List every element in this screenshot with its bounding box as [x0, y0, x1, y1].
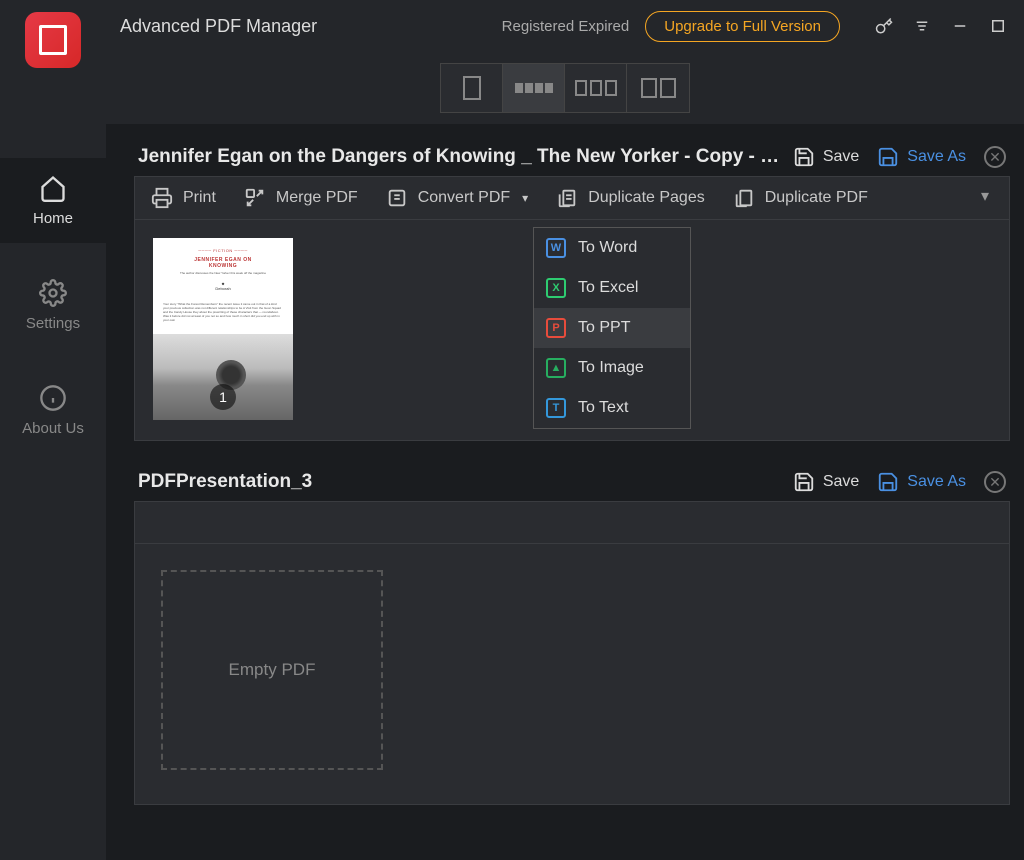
empty-pdf-placeholder[interactable]: Empty PDF	[161, 570, 383, 770]
convert-dropdown: W To Word X To Excel P To PPT ▲	[533, 227, 691, 429]
chevron-down-icon: ▾	[522, 191, 528, 205]
merge-icon	[244, 187, 266, 209]
text-icon: T	[546, 398, 566, 418]
convert-to-ppt[interactable]: P To PPT	[534, 308, 690, 348]
duplicate-pdf-button[interactable]: Duplicate PDF	[733, 187, 868, 209]
document-title: Jennifer Egan on the Dangers of Knowing …	[138, 146, 793, 168]
convert-to-text[interactable]: T To Text	[534, 388, 690, 428]
document-toolbar-empty	[135, 502, 1009, 544]
close-document-button[interactable]: ✕	[984, 146, 1006, 168]
document-section: Jennifer Egan on the Dangers of Knowing …	[134, 138, 1010, 441]
nav-about-label: About Us	[22, 420, 84, 437]
viewmode-two-up[interactable]	[627, 64, 689, 112]
save-button[interactable]: Save	[793, 146, 859, 168]
document-section: PDFPresentation_3 Save Save As ✕	[134, 463, 1010, 805]
save-as-button[interactable]: Save As	[877, 146, 966, 168]
app-logo	[25, 12, 81, 68]
upgrade-button[interactable]: Upgrade to Full Version	[645, 11, 840, 42]
minimize-button[interactable]	[948, 14, 972, 38]
titlebar: Advanced PDF Manager Registered Expired …	[106, 0, 1024, 52]
nav-home[interactable]: Home	[0, 158, 106, 243]
close-document-button[interactable]: ✕	[984, 471, 1006, 493]
document-body: Print Merge PDF Convert PDF ▾ Duplicate …	[134, 176, 1010, 441]
convert-icon	[386, 187, 408, 209]
main-panel: Advanced PDF Manager Registered Expired …	[106, 0, 1024, 860]
page-area: Empty PDF	[135, 544, 1009, 804]
viewmode-bar	[106, 52, 1024, 124]
maximize-button[interactable]	[986, 14, 1010, 38]
menu-icon[interactable]	[910, 14, 934, 38]
toolbar-overflow-button[interactable]: ▾	[977, 190, 993, 206]
document-header: Jennifer Egan on the Dangers of Knowing …	[134, 138, 1010, 176]
print-icon	[151, 187, 173, 209]
sidebar: Home Settings About Us	[0, 0, 106, 860]
save-as-icon	[877, 471, 899, 493]
nav-settings-label: Settings	[26, 315, 80, 332]
page-number-badge: 1	[210, 384, 236, 410]
convert-pdf-button[interactable]: Convert PDF ▾	[386, 187, 529, 209]
key-icon[interactable]	[872, 14, 896, 38]
nav-home-label: Home	[33, 210, 73, 227]
document-header: PDFPresentation_3 Save Save As ✕	[134, 463, 1010, 501]
info-icon	[39, 384, 67, 412]
save-icon	[793, 146, 815, 168]
viewmode-single-page[interactable]	[441, 64, 503, 112]
save-as-button[interactable]: Save As	[877, 471, 966, 493]
word-icon: W	[546, 238, 566, 258]
convert-to-excel[interactable]: X To Excel	[534, 268, 690, 308]
duplicate-pages-button[interactable]: Duplicate Pages	[556, 187, 705, 209]
convert-to-image[interactable]: ▲ To Image	[534, 348, 690, 388]
document-body: Empty PDF	[134, 501, 1010, 805]
excel-icon: X	[546, 278, 566, 298]
duplicate-pdf-icon	[733, 187, 755, 209]
registration-status: Registered Expired	[502, 18, 630, 35]
nav-settings[interactable]: Settings	[0, 263, 106, 348]
viewmode-grid[interactable]	[565, 64, 627, 112]
gear-icon	[39, 279, 67, 307]
document-toolbar: Print Merge PDF Convert PDF ▾ Duplicate …	[135, 177, 1009, 220]
app-title: Advanced PDF Manager	[120, 16, 317, 37]
convert-to-word[interactable]: W To Word	[534, 228, 690, 268]
ppt-icon: P	[546, 318, 566, 338]
nav-about[interactable]: About Us	[0, 368, 106, 453]
merge-pdf-button[interactable]: Merge PDF	[244, 187, 358, 209]
print-button[interactable]: Print	[151, 187, 216, 209]
duplicate-pages-icon	[556, 187, 578, 209]
save-icon	[793, 471, 815, 493]
save-button[interactable]: Save	[793, 471, 859, 493]
home-icon	[39, 174, 67, 202]
page-thumbnail[interactable]: ──── FICTION ──── JENNIFER EGAN ON KNOWI…	[153, 238, 293, 420]
viewmode-thumbnails[interactable]	[503, 64, 565, 112]
image-icon: ▲	[546, 358, 566, 378]
content-area: Jennifer Egan on the Dangers of Knowing …	[106, 124, 1024, 860]
document-title: PDFPresentation_3	[138, 471, 793, 493]
save-as-icon	[877, 146, 899, 168]
